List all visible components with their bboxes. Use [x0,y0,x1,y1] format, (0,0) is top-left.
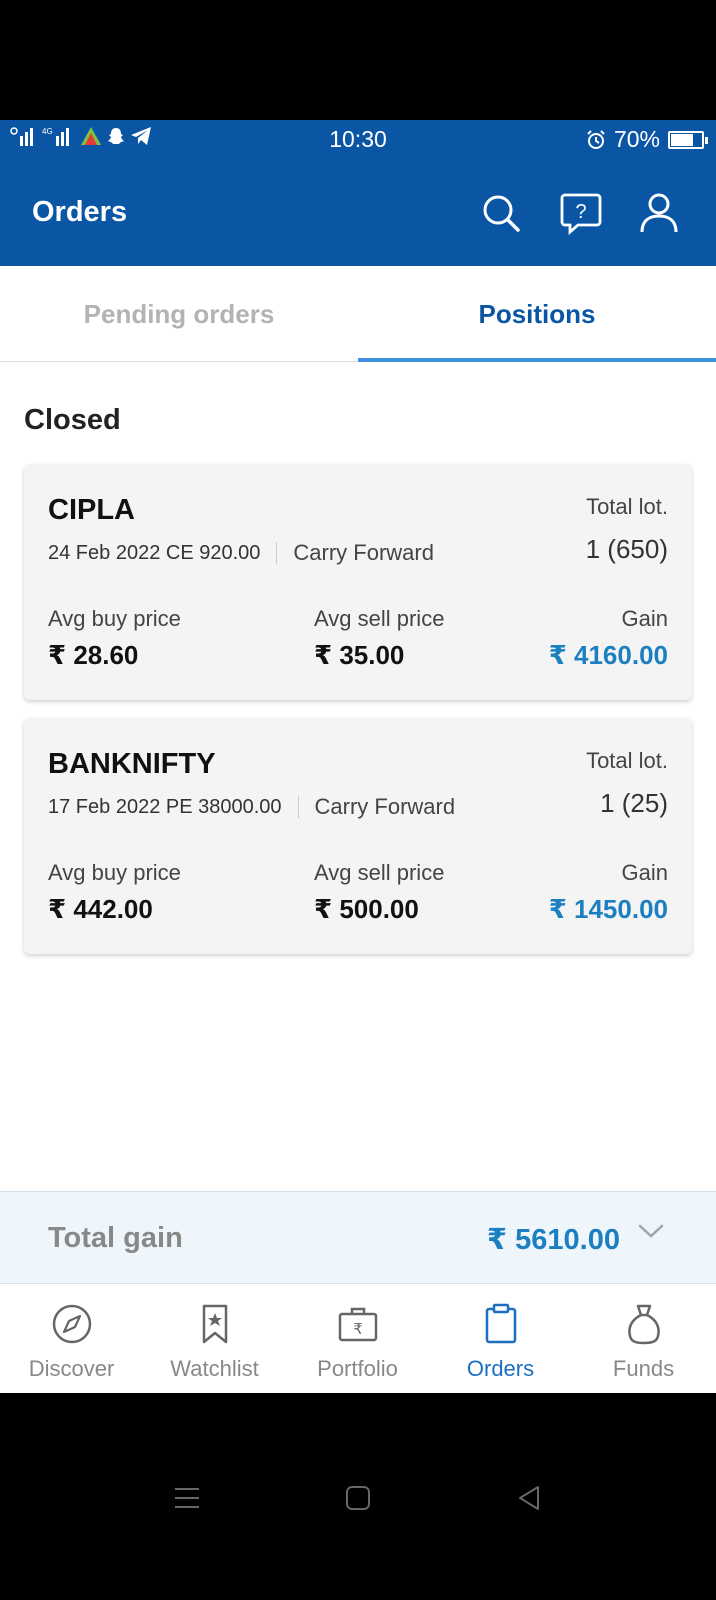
main-content: Pending orders Positions Closed CIPLA To… [0,266,716,1393]
tab-bar: Pending orders Positions [0,266,716,362]
compass-icon [52,1304,91,1344]
nav-label: Discover [28,1356,115,1381]
back-icon[interactable] [514,1483,544,1513]
tab-positions[interactable]: Positions [358,266,716,362]
alarm-icon [587,129,605,149]
avg-buy-label: Avg buy price [48,860,181,885]
system-nav-bar [0,1393,716,1600]
battery-fill [671,133,694,146]
search-icon[interactable] [478,190,524,236]
avg-sell-value: ₹ 35.00 [314,640,405,670]
help-icon[interactable]: ? [558,190,604,236]
battery-icon [668,130,708,149]
product-type: Carry Forward [293,540,434,565]
position-card[interactable]: CIPLA Total lot. 24 Feb 2022 CE 920.00 C… [24,464,692,700]
bottom-nav: Discover Watchlist ₹ Portfolio Orders Fu… [0,1283,716,1393]
product-type: Carry Forward [314,794,456,819]
total-gain-value: ₹ 5610.00 [486,1224,620,1256]
section-title: Closed [24,404,121,436]
svg-text:?: ? [575,201,586,223]
contract-details: 24 Feb 2022 CE 920.00 [48,541,261,564]
tab-pending-orders[interactable]: Pending orders [0,266,358,362]
status-icons-right: 70% [586,126,708,153]
total-lot-label: Total lot. [586,494,668,519]
bookmark-icon [202,1304,227,1344]
position-symbol: BANKNIFTY [48,748,216,780]
menu-icon[interactable] [172,1483,202,1513]
avg-sell-value: ₹ 500.00 [314,894,419,924]
briefcase-icon: ₹ [338,1307,377,1342]
svg-text:₹: ₹ [353,1320,363,1338]
total-lot-label: Total lot. [586,748,668,773]
position-symbol: CIPLA [48,494,135,526]
nav-label: Orders [466,1356,535,1381]
nav-discover[interactable]: Discover [0,1284,143,1394]
avg-buy-value: ₹ 28.60 [48,640,139,670]
gain-label: Gain [621,860,668,885]
total-gain-label: Total gain [48,1222,183,1254]
tab-active-indicator [358,358,716,362]
status-bar: 4G 10:30 70% [0,120,716,162]
gain-value: ₹ 1450.00 [548,894,668,924]
gain-value: ₹ 4160.00 [548,640,668,670]
avg-buy-value: ₹ 442.00 [48,894,153,924]
position-card[interactable]: BANKNIFTY Total lot. 17 Feb 2022 PE 3800… [24,718,692,954]
page-title: Orders [32,196,128,228]
profile-icon[interactable] [636,190,682,236]
total-lot-value: 1 (25) [600,788,668,818]
nav-label: Funds [612,1356,675,1381]
top-black-area [0,0,716,120]
total-gain-bar[interactable]: Total gain ₹ 5610.00 [0,1191,716,1283]
total-lot-value: 1 (650) [585,534,668,564]
chevron-down-icon[interactable] [636,1220,666,1244]
nav-label: Watchlist [170,1356,259,1381]
nav-portfolio[interactable]: ₹ Portfolio [286,1284,429,1394]
money-bag-icon [627,1304,660,1345]
contract-details: 17 Feb 2022 PE 38000.00 [48,795,282,818]
avg-sell-label: Avg sell price [314,606,445,631]
battery-percent: 70% [613,126,660,152]
contract-row: 24 Feb 2022 CE 920.00 Carry Forward [48,540,434,566]
divider [276,542,278,564]
nav-orders[interactable]: Orders [429,1284,572,1394]
gain-label: Gain [621,606,668,631]
home-icon[interactable] [343,1483,373,1513]
clipboard-icon [485,1303,516,1344]
avg-sell-label: Avg sell price [314,860,445,885]
app-bar: Orders ? [0,162,716,266]
nav-label: Portfolio [317,1356,398,1381]
divider [297,796,299,818]
nav-funds[interactable]: Funds [572,1284,715,1394]
nav-watchlist[interactable]: Watchlist [143,1284,286,1394]
contract-row: 17 Feb 2022 PE 38000.00 Carry Forward [48,794,455,820]
avg-buy-label: Avg buy price [48,606,181,631]
